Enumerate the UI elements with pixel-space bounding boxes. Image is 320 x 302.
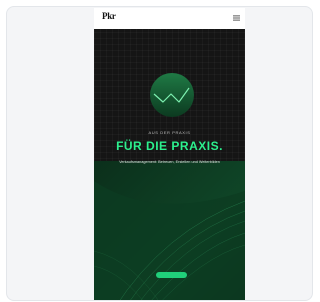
preview-card: Pkr AUS DER PRAXIS FÜR DIE PRAXIS. Verka…: [6, 6, 313, 301]
hero-subline: Verkaufsmanagement: Betreuen, Erstellen …: [119, 160, 220, 164]
site-header: Pkr: [94, 8, 245, 29]
site-logo[interactable]: Pkr: [102, 11, 116, 21]
hero-section: AUS DER PRAXIS FÜR DIE PRAXIS. Verkaufsm…: [94, 29, 245, 300]
hero-eyebrow: AUS DER PRAXIS: [148, 130, 191, 135]
hero-headline: FÜR DIE PRAXIS.: [116, 139, 223, 153]
cta-button[interactable]: [156, 272, 187, 278]
hamburger-menu-icon[interactable]: [233, 15, 240, 21]
mobile-page-preview[interactable]: Pkr AUS DER PRAXIS FÜR DIE PRAXIS. Verka…: [94, 8, 245, 300]
chart-line-circle-icon: [150, 73, 194, 117]
green-wave-background: [94, 161, 245, 300]
